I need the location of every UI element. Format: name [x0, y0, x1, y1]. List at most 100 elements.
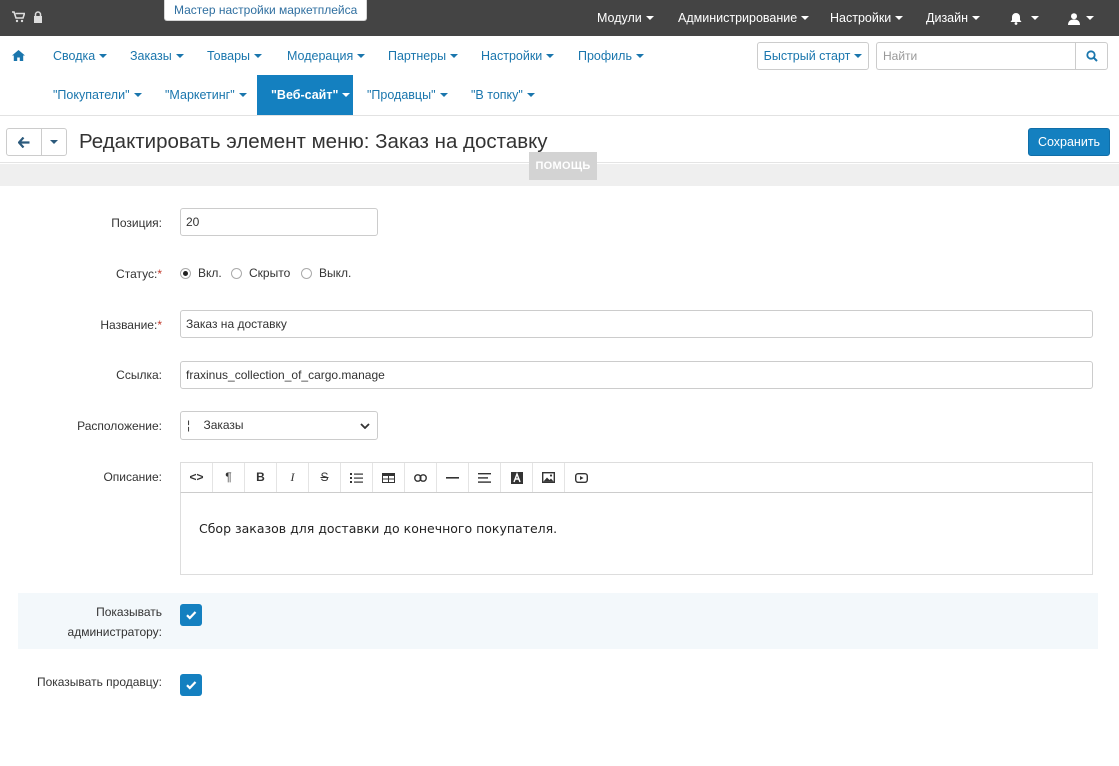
font-color-icon: [510, 471, 523, 484]
bold-icon: B: [256, 470, 265, 484]
help-tab[interactable]: ПОМОЩЬ: [529, 152, 597, 180]
unordered-list-button[interactable]: [341, 463, 373, 492]
topmenu-modules[interactable]: Модули: [597, 0, 654, 36]
show-admin-checkbox[interactable]: [180, 604, 202, 626]
code-view-button[interactable]: <>: [181, 463, 213, 492]
caret-down-icon: [342, 92, 351, 97]
status-radio-off[interactable]: [301, 268, 312, 279]
show-admin-label-line2: администратору:: [67, 625, 162, 639]
nav-orders[interactable]: Заказы: [130, 36, 184, 76]
user-icon: [1068, 11, 1080, 25]
nav-products[interactable]: Товары: [207, 36, 262, 76]
show-vendor-label: Показывать продавцу:: [36, 675, 162, 689]
description-text: Сбор заказов для доставки до конечного п…: [199, 521, 558, 536]
show-admin-label: Показывать администратору:: [68, 604, 162, 640]
video-button[interactable]: [565, 463, 597, 492]
back-history-dropdown[interactable]: [41, 128, 67, 156]
topmenu-administration[interactable]: Администрирование: [678, 0, 810, 36]
topmenu-administration-label: Администрирование: [678, 11, 798, 25]
description-label: Описание:: [103, 470, 162, 484]
caret-down-icon: [972, 15, 981, 20]
nav-sub-website[interactable]: "Веб-сайт": [257, 75, 353, 115]
nav-sub-vendors[interactable]: "Продавцы": [367, 75, 448, 115]
required-marker: *: [157, 267, 162, 281]
back-button[interactable]: [6, 128, 42, 156]
location-label: Расположение:: [77, 419, 162, 433]
search-button[interactable]: [1075, 42, 1108, 70]
search-icon: [1086, 50, 1098, 62]
user-menu[interactable]: [1068, 0, 1094, 36]
notifications-menu[interactable]: [1010, 0, 1039, 36]
horizontal-rule-icon: [446, 476, 459, 479]
topmenu-settings[interactable]: Настройки: [830, 0, 904, 36]
paragraph-button[interactable]: ¶: [213, 463, 245, 492]
caret-down-icon: [450, 53, 459, 58]
description-editor[interactable]: Сбор заказов для доставки до конечного п…: [180, 493, 1093, 575]
status-radio-hidden[interactable]: [231, 268, 242, 279]
table-icon: [382, 472, 395, 483]
nav-products-label: Товары: [207, 49, 250, 63]
nav-partners[interactable]: Партнеры: [388, 36, 459, 76]
lock-icon[interactable]: [33, 11, 43, 26]
code-icon: <>: [189, 470, 204, 484]
align-button[interactable]: [469, 463, 501, 492]
caret-down-icon: [546, 53, 555, 58]
required-marker: *: [157, 318, 162, 332]
nav-orders-label: Заказы: [130, 49, 172, 63]
name-label: Название:*: [100, 317, 162, 333]
nav-sub-marketing[interactable]: "Маркетинг": [165, 75, 247, 115]
image-icon: [541, 472, 556, 484]
location-select[interactable]: ¦ Заказы: [180, 411, 378, 440]
horizontal-rule-button[interactable]: [437, 463, 469, 492]
strikethrough-button[interactable]: S: [309, 463, 341, 492]
status-off-label: Выкл.: [319, 266, 352, 280]
quick-start-button[interactable]: Быстрый старт: [757, 42, 869, 70]
italic-button[interactable]: I: [277, 463, 309, 492]
topmenu-design-label: Дизайн: [926, 11, 969, 25]
status-label: Статус:*: [116, 266, 162, 282]
nav-settings-label: Настройки: [481, 49, 543, 63]
page-title: Редактировать элемент меню: Заказ на дос…: [79, 130, 548, 153]
bell-icon: [1010, 11, 1022, 26]
link-input[interactable]: [180, 361, 1093, 389]
marketplace-wizard-link[interactable]: Мастер настройки маркетплейса: [164, 0, 368, 21]
text-color-button[interactable]: [501, 463, 533, 492]
position-input[interactable]: [180, 208, 378, 236]
table-button[interactable]: [373, 463, 405, 492]
align-left-icon: [478, 472, 491, 483]
cart-icon[interactable]: [12, 11, 26, 26]
nav-profile-label: Профиль: [578, 49, 632, 63]
nav-dashboard[interactable]: Сводка: [53, 36, 108, 76]
show-vendor-checkbox[interactable]: [180, 674, 202, 696]
name-input[interactable]: [180, 310, 1093, 338]
nav-profile[interactable]: Профиль: [578, 36, 644, 76]
caret-down-icon: [1031, 15, 1039, 20]
status-label-text: Статус:: [116, 267, 158, 281]
name-label-text: Название:: [100, 318, 158, 332]
caret-down-icon: [1086, 15, 1094, 20]
chevron-down-icon: [360, 423, 370, 429]
caret-down-icon: [801, 15, 810, 20]
nav-sub-to-top[interactable]: "В топку": [471, 75, 535, 115]
editor-toolbar: <> ¶ B I S: [180, 462, 1093, 493]
link-button[interactable]: [405, 463, 437, 492]
image-button[interactable]: [533, 463, 565, 492]
nav-moderation[interactable]: Модерация: [287, 36, 366, 76]
nav-sub-customers[interactable]: "Покупатели": [53, 75, 142, 115]
checkmark-icon: [186, 611, 197, 620]
caret-down-icon: [50, 139, 58, 144]
nav-dashboard-label: Сводка: [53, 49, 96, 63]
search-input[interactable]: [876, 42, 1075, 70]
video-icon: [574, 472, 588, 483]
status-radio-on[interactable]: [180, 268, 191, 279]
caret-down-icon: [439, 92, 448, 97]
caret-down-icon: [133, 92, 142, 97]
home-icon[interactable]: [12, 50, 25, 64]
nav-moderation-label: Модерация: [287, 49, 354, 63]
caret-down-icon: [854, 53, 863, 58]
save-button[interactable]: Сохранить: [1028, 128, 1110, 156]
nav-sub-customers-label: "Покупатели": [53, 88, 130, 102]
bold-button[interactable]: B: [245, 463, 277, 492]
nav-settings[interactable]: Настройки: [481, 36, 555, 76]
topmenu-design[interactable]: Дизайн: [926, 0, 981, 36]
